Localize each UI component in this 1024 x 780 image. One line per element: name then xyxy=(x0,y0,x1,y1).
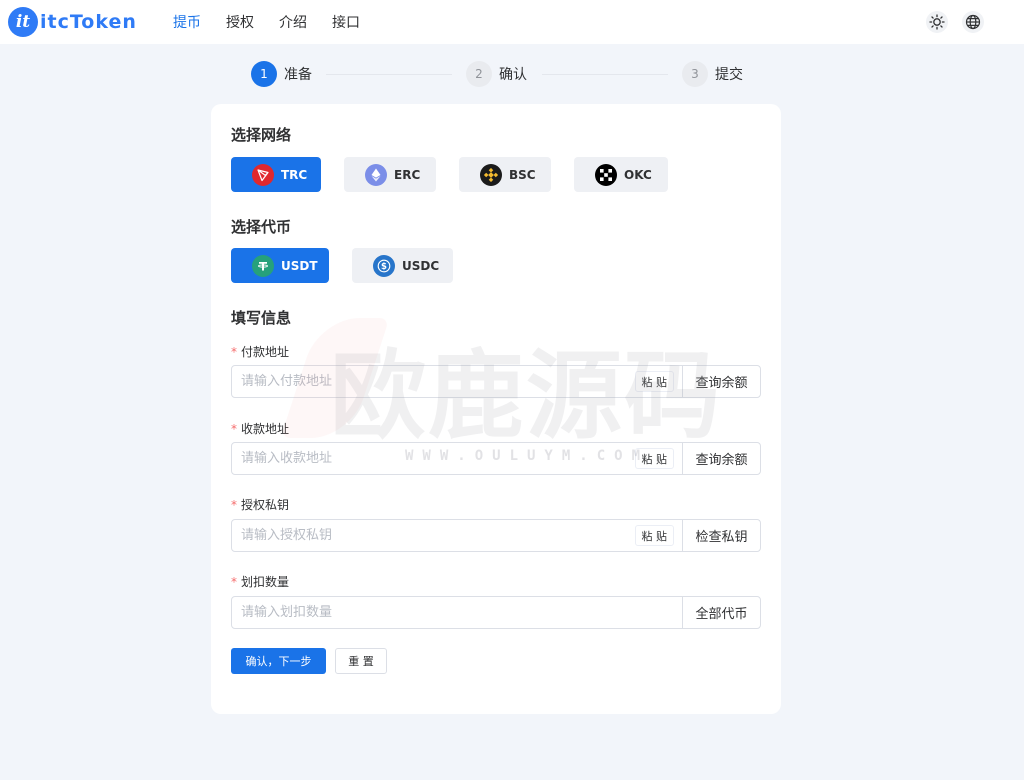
paste-button[interactable]: 粘 贴 xyxy=(634,448,674,469)
tron-icon xyxy=(252,163,274,186)
step-connector xyxy=(542,74,668,75)
step-number: 2 xyxy=(466,61,492,87)
logo[interactable]: it itcToken xyxy=(8,7,137,37)
check-balance-button[interactable]: 查询余额 xyxy=(682,443,760,474)
required-mark: * xyxy=(231,422,237,436)
payer-address-group: 粘 贴 查询余额 xyxy=(231,365,761,398)
okx-icon xyxy=(595,163,617,186)
network-option-label: OKC xyxy=(624,167,652,182)
network-option-erc[interactable]: ERC xyxy=(344,157,436,192)
private-key-group: 粘 贴 检查私钥 xyxy=(231,519,761,552)
network-option-label: BSC xyxy=(509,167,536,182)
amount-group: 全部代币 xyxy=(231,596,761,629)
step-label: 确认 xyxy=(499,67,527,83)
ethereum-icon xyxy=(365,163,387,186)
nav-item-withdraw[interactable]: 提币 xyxy=(173,12,201,32)
network-option-label: TRC xyxy=(281,167,308,182)
paste-button[interactable]: 粘 贴 xyxy=(634,525,674,546)
info-section-title: 填写信息 xyxy=(231,309,292,327)
network-option-okc[interactable]: OKC xyxy=(574,157,668,192)
required-mark: * xyxy=(231,575,237,589)
reset-button[interactable]: 重 置 xyxy=(335,648,387,674)
sun-icon[interactable] xyxy=(926,11,948,33)
required-mark: * xyxy=(231,498,237,512)
field-label-text: 付款地址 xyxy=(241,345,290,359)
step-number: 3 xyxy=(682,61,708,87)
check-key-button[interactable]: 检查私钥 xyxy=(682,520,760,551)
amount-label: * 划扣数量 xyxy=(231,573,289,590)
step-2: 2 确认 xyxy=(466,61,527,87)
svg-text:$: $ xyxy=(381,262,387,272)
required-mark: * xyxy=(231,345,237,359)
logo-text: itcToken xyxy=(40,11,137,33)
network-option-trc[interactable]: TRC xyxy=(231,157,321,192)
token-option-label: USDT xyxy=(281,258,318,273)
network-option-bsc[interactable]: BSC xyxy=(459,157,551,192)
token-option-usdt[interactable]: USDT xyxy=(231,248,329,283)
logo-badge: it xyxy=(8,7,38,37)
check-balance-button[interactable]: 查询余额 xyxy=(682,366,760,397)
private-key-label: * 授权私钥 xyxy=(231,496,289,513)
network-section-title: 选择网络 xyxy=(231,126,292,144)
main-nav: 提币 授权 介绍 接口 xyxy=(173,0,385,44)
step-1: 1 准备 xyxy=(251,61,312,87)
bnb-icon xyxy=(480,163,502,186)
receiver-address-group: 粘 贴 查询余额 xyxy=(231,442,761,475)
top-header: it itcToken 提币 授权 介绍 接口 xyxy=(0,0,1024,44)
receiver-address-input[interactable] xyxy=(232,443,635,474)
field-label-text: 授权私钥 xyxy=(241,498,290,512)
tether-icon xyxy=(252,254,274,277)
nav-item-api[interactable]: 接口 xyxy=(332,12,360,32)
step-number: 1 xyxy=(251,61,277,87)
nav-item-intro[interactable]: 介绍 xyxy=(279,12,307,32)
withdraw-form-card: 选择网络 TRC ERC BSC OKC 选择代币 USDT $ USDC 填写… xyxy=(211,104,781,714)
field-label-text: 收款地址 xyxy=(241,422,290,436)
network-option-label: ERC xyxy=(394,167,421,182)
private-key-input[interactable] xyxy=(232,520,635,551)
nav-item-authorize[interactable]: 授权 xyxy=(226,12,254,32)
token-option-usdc[interactable]: $ USDC xyxy=(352,248,453,283)
step-connector xyxy=(326,74,452,75)
progress-steps: 1 准备 2 确认 3 提交 xyxy=(250,61,750,89)
confirm-next-button[interactable]: 确认，下一步 xyxy=(231,648,326,674)
step-label: 提交 xyxy=(715,67,743,83)
usdc-icon: $ xyxy=(373,254,395,277)
globe-icon[interactable] xyxy=(962,11,984,33)
step-3: 3 提交 xyxy=(682,61,743,87)
field-label-text: 划扣数量 xyxy=(241,575,290,589)
payer-address-input[interactable] xyxy=(232,366,635,397)
paste-button[interactable]: 粘 贴 xyxy=(634,371,674,392)
token-option-label: USDC xyxy=(402,258,440,273)
step-label: 准备 xyxy=(284,67,312,83)
token-section-title: 选择代币 xyxy=(231,218,292,236)
all-tokens-button[interactable]: 全部代币 xyxy=(682,597,760,628)
payer-address-label: * 付款地址 xyxy=(231,343,289,360)
amount-input[interactable] xyxy=(232,597,682,628)
receiver-address-label: * 收款地址 xyxy=(231,420,289,437)
